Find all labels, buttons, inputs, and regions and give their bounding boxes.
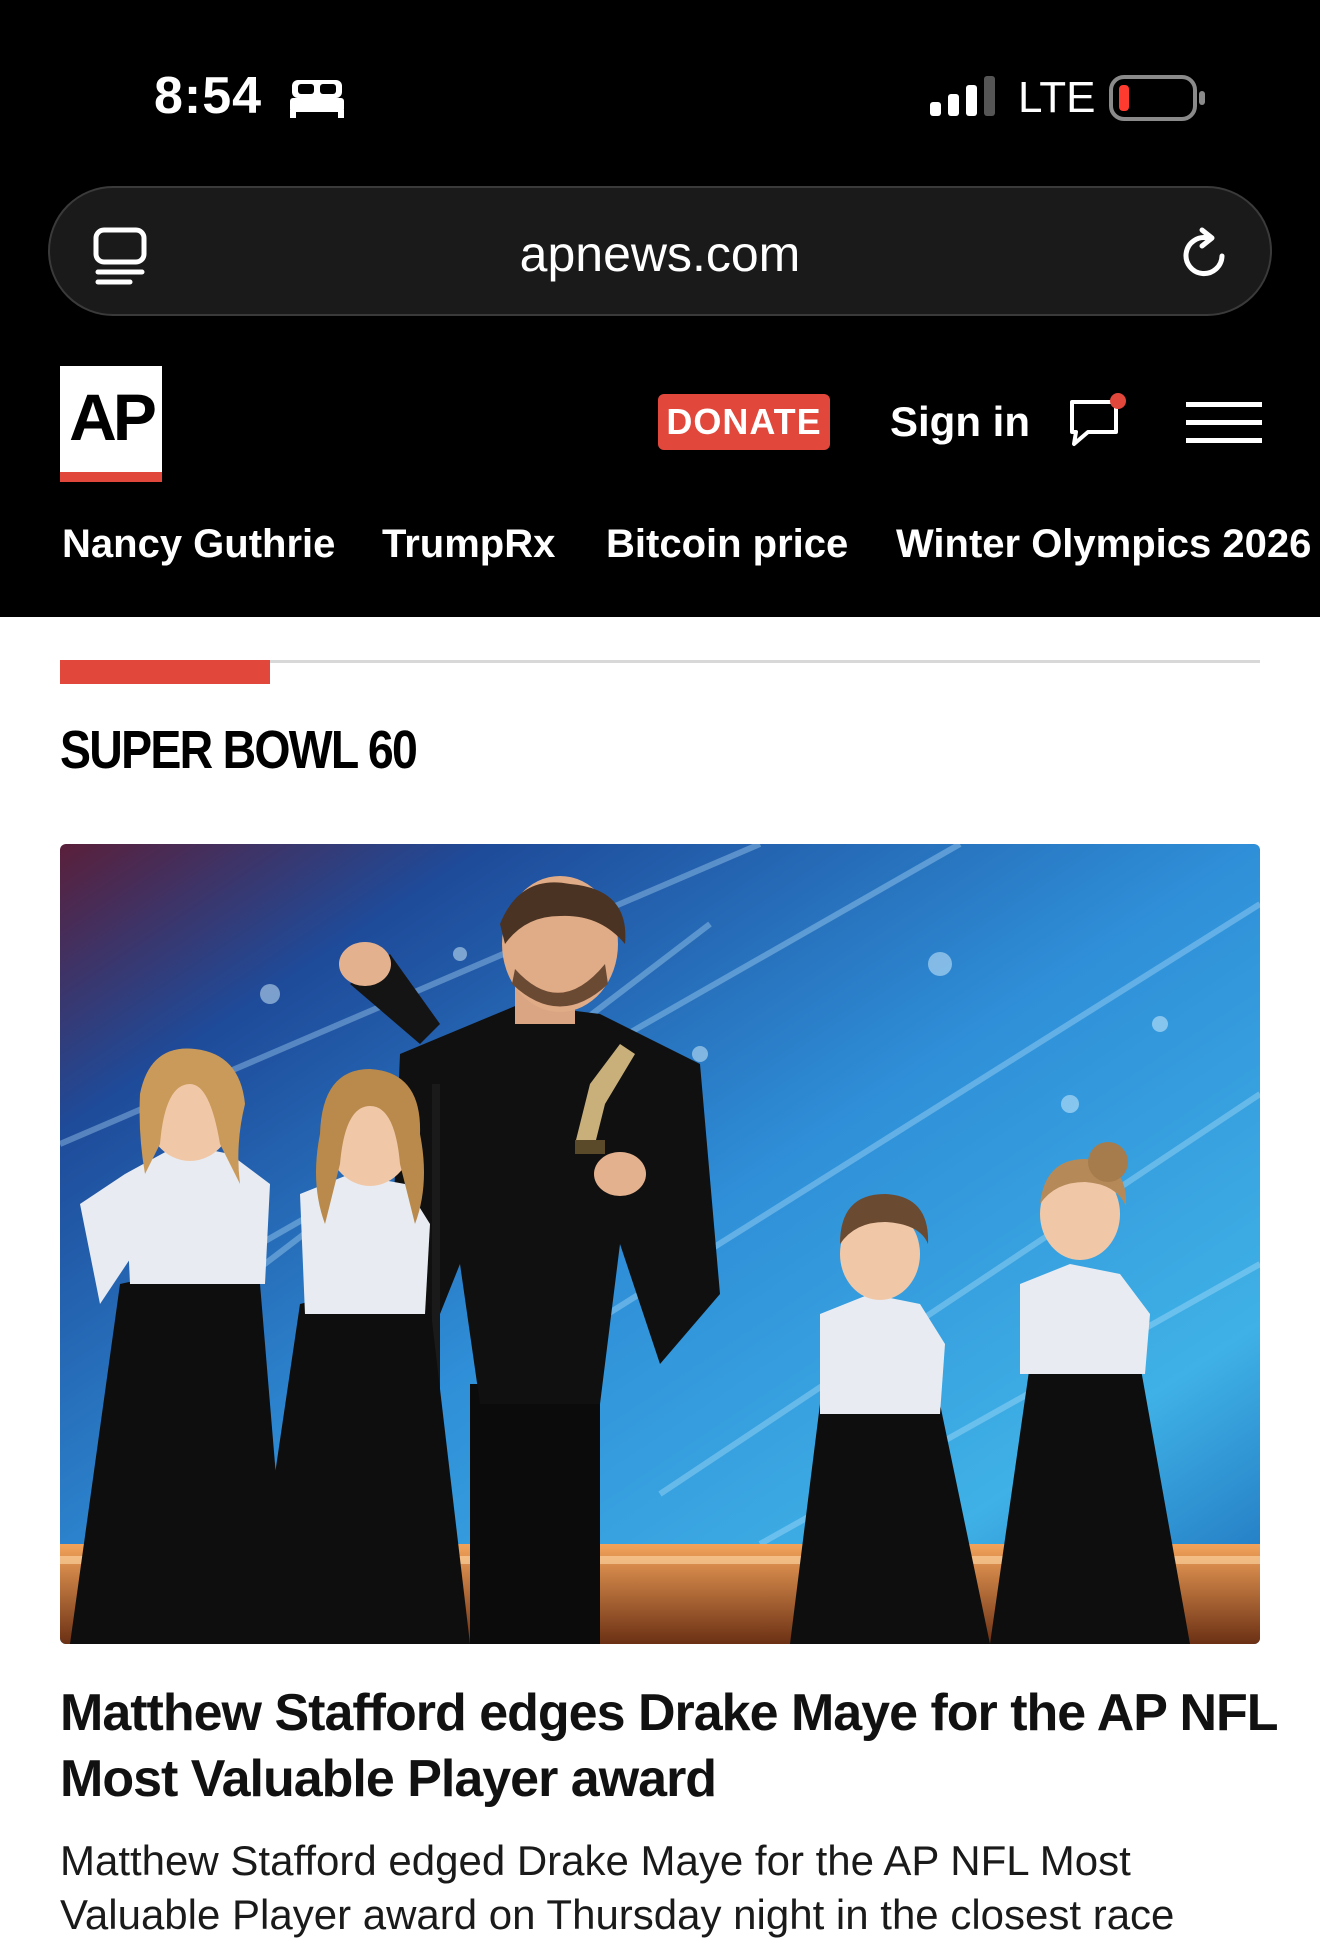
trending-link-nancy-guthrie[interactable]: Nancy Guthrie [62,516,335,572]
section-title[interactable]: SUPER BOWL 60 [60,718,418,782]
sign-in-link[interactable]: Sign in [890,396,1030,448]
battery-low-icon [1109,75,1205,121]
trending-link-trumprx[interactable]: TrumpRx [382,516,555,572]
cellular-signal-icon [930,76,995,116]
section-accent-bar [60,660,270,684]
chat-icon[interactable] [1066,392,1130,450]
address-bar[interactable]: apnews.com [48,186,1272,316]
top-header-area: 8:54 LTE apnews.com AP DONATE Sign in Na… [0,0,1320,617]
donate-button[interactable]: DONATE [658,394,830,450]
trending-topics-bar: Nancy Guthrie TrumpRx Bitcoin price Wint… [0,516,1320,572]
carrier-label: LTE [1018,73,1096,122]
url-text[interactable]: apnews.com [50,226,1270,282]
status-time: 8:54 [154,67,263,125]
sleep-icon [290,80,344,118]
trending-link-bitcoin-price[interactable]: Bitcoin price [606,516,848,572]
article-headline[interactable]: Matthew Stafford edges Drake Maye for th… [60,1680,1280,1812]
trending-link-winter-olympics[interactable]: Winter Olympics 2026 [896,516,1311,572]
article-summary[interactable]: Matthew Stafford edged Drake Maye for th… [60,1834,1280,1942]
photo-illustration [60,844,1260,1644]
ap-logo-text: AP [69,380,157,454]
reload-icon[interactable] [1178,226,1234,282]
hamburger-menu-icon[interactable] [1186,400,1262,446]
article-lead-photo[interactable] [60,844,1260,1644]
ap-logo[interactable]: AP [60,366,162,482]
